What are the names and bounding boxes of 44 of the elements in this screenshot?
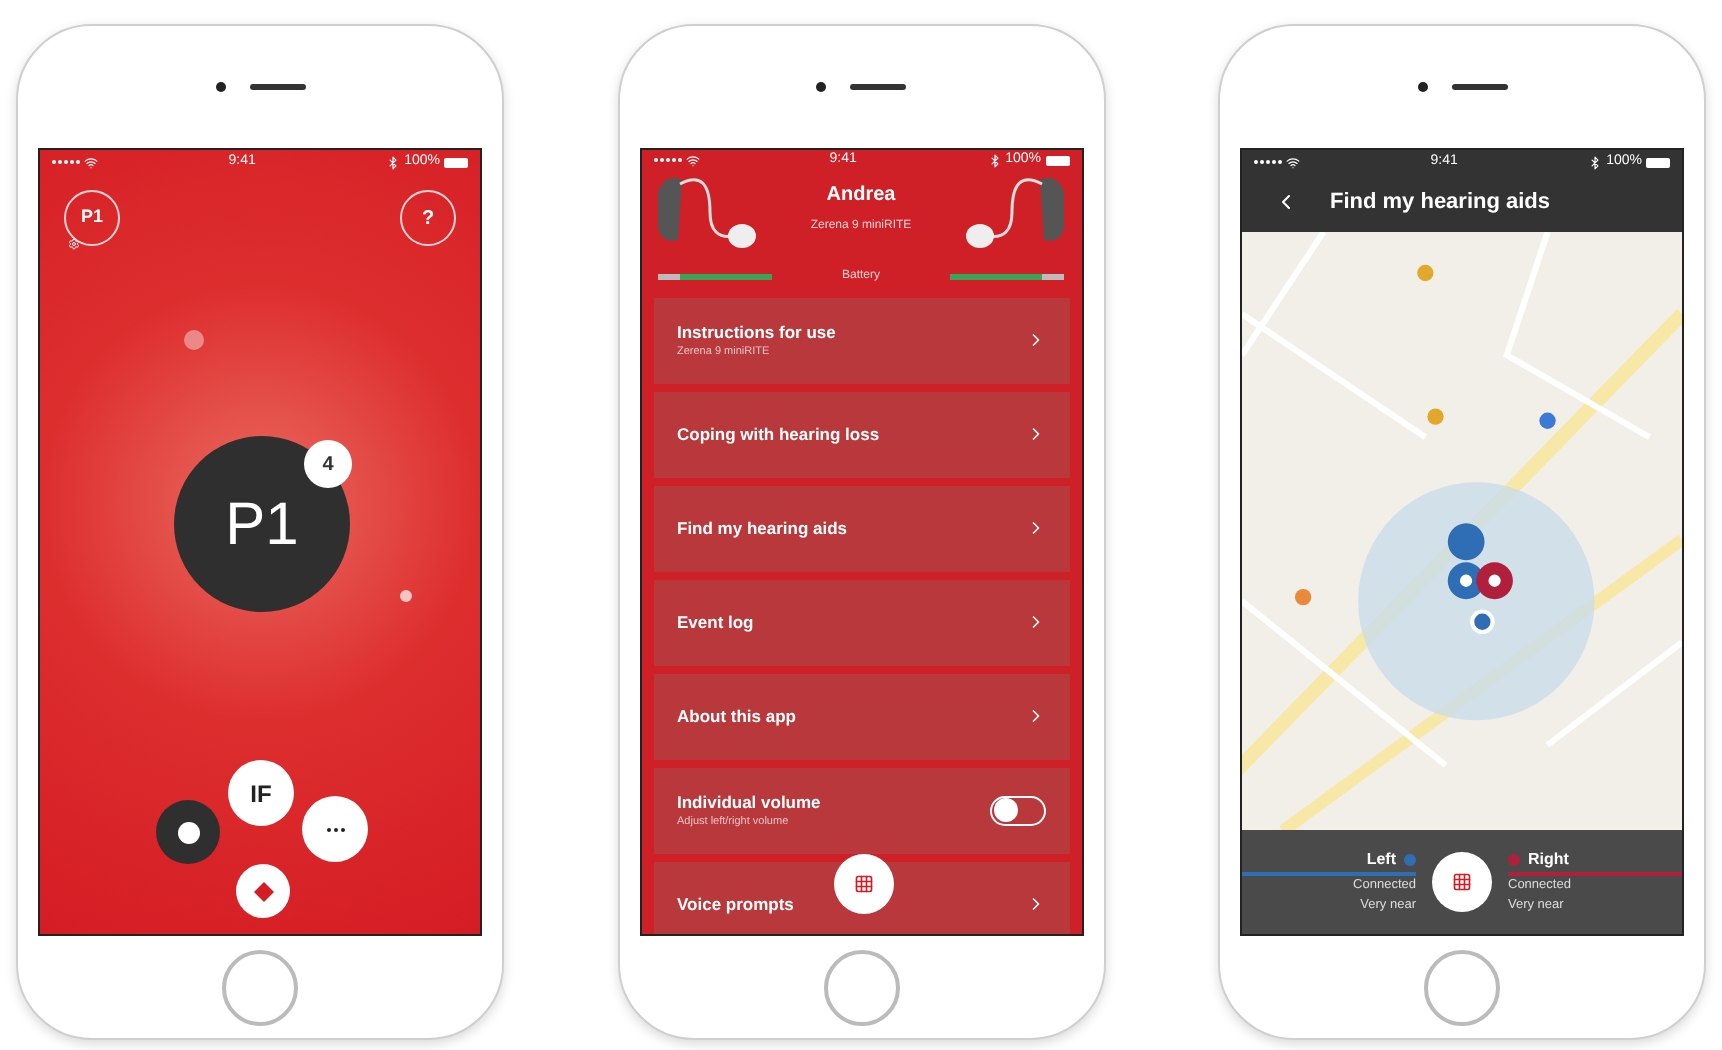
menu-item[interactable]: Voice prompts: [653, 861, 1069, 934]
user-name: Andrea: [826, 181, 896, 209]
menu-item[interactable]: Event log: [653, 579, 1069, 665]
menu-item-title: Instructions for use: [677, 319, 836, 345]
speaker-icon: [249, 84, 305, 90]
battery-icon: [1045, 155, 1069, 166]
menu-item[interactable]: Find my hearing aids: [653, 485, 1069, 571]
more-button[interactable]: [302, 796, 368, 862]
speaker-icon: [1451, 84, 1507, 90]
menu-item-title: About this app: [677, 703, 796, 729]
toggle-switch[interactable]: [989, 795, 1045, 825]
help-button[interactable]: ?: [400, 190, 456, 246]
grid-icon: [1452, 872, 1472, 892]
camera-icon: [215, 82, 225, 92]
menu-grid-button[interactable]: [1432, 852, 1492, 912]
bluetooth-icon: [987, 153, 1002, 168]
camera-icon: [1417, 82, 1427, 92]
menu-item[interactable]: About this app: [653, 673, 1069, 759]
signal-icon: [1254, 155, 1300, 169]
battery-icon: [1646, 157, 1670, 167]
count-badge: 4: [304, 440, 352, 488]
battery-icon: [444, 157, 468, 167]
screen-title: Find my hearing aids: [1330, 188, 1551, 218]
signal-icon: [653, 153, 699, 168]
menu-item-title: Event log: [677, 609, 754, 635]
menu-item[interactable]: Coping with hearing loss: [653, 391, 1069, 477]
side-label: Left: [1366, 848, 1396, 873]
if-button[interactable]: IF: [228, 760, 294, 826]
menu-item-title: Coping with hearing loss: [677, 421, 880, 447]
grid-icon: [853, 874, 873, 894]
menu-item-title: Individual volume: [677, 789, 821, 815]
mute-button[interactable]: [156, 800, 220, 864]
diamond-icon: [253, 881, 273, 901]
speaker-icon: [850, 84, 906, 90]
program-button[interactable]: P1: [64, 190, 120, 246]
bluetooth-icon: [1588, 155, 1603, 169]
side-label: Right: [1528, 848, 1569, 873]
camera-icon: [816, 82, 826, 92]
gear-icon: [68, 238, 80, 250]
signal-icon: [52, 155, 98, 169]
menu-item-title: Voice prompts: [677, 891, 794, 917]
bluetooth-icon: [386, 155, 401, 169]
tinnitus-button[interactable]: [236, 864, 290, 918]
menu-item-title: Find my hearing aids: [677, 515, 848, 541]
